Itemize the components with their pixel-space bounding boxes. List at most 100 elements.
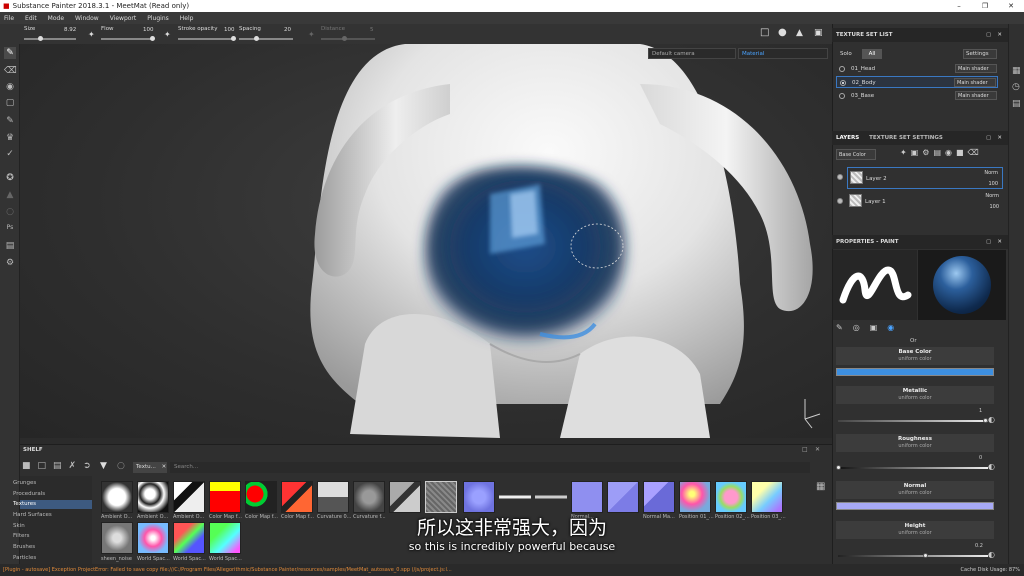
- history-icon[interactable]: ◷: [1012, 82, 1020, 92]
- shader-dropdown[interactable]: Main shader: [955, 64, 997, 73]
- hide-icon[interactable]: ✗: [69, 461, 77, 471]
- all-toggle[interactable]: All: [862, 49, 882, 59]
- panel-close-icon[interactable]: ✕: [997, 235, 1002, 249]
- menu-edit[interactable]: Edit: [25, 15, 37, 22]
- thumbnail[interactable]: [499, 481, 531, 513]
- thumbnail[interactable]: [281, 481, 313, 513]
- size-value[interactable]: 8.92: [64, 27, 76, 33]
- undock-icon[interactable]: □: [986, 235, 991, 249]
- thumbnail[interactable]: [607, 481, 639, 513]
- stroke-opacity-value[interactable]: 100: [224, 27, 235, 33]
- solo-toggle[interactable]: Solo: [840, 51, 852, 57]
- thumbnail[interactable]: [173, 481, 205, 513]
- size-slider-handle[interactable]: [38, 36, 43, 41]
- visibility-eye-icon[interactable]: [837, 198, 843, 204]
- screenshot-icon[interactable]: ▣: [814, 28, 823, 38]
- add-generator-icon[interactable]: ⚙: [922, 148, 929, 157]
- 3d-viewport[interactable]: [20, 44, 832, 438]
- thumbnail[interactable]: [245, 481, 277, 513]
- panel-close-icon[interactable]: ✕: [997, 131, 1002, 145]
- color-picker-icon[interactable]: ◐: [988, 462, 995, 471]
- metallic-value[interactable]: 1: [979, 408, 982, 414]
- opacity-value[interactable]: 100: [989, 204, 999, 210]
- add-effect-icon[interactable]: ✦: [900, 148, 907, 157]
- texture-set-row[interactable]: 03_Base Main shader: [836, 90, 998, 102]
- lazy-mouse-tool-icon[interactable]: ○: [4, 206, 16, 218]
- camera-dropdown[interactable]: Default camera: [648, 48, 736, 59]
- layer-row-selected[interactable]: Layer 2 Norm 100: [847, 167, 1003, 189]
- tab-texture-set-settings[interactable]: TEXTURE SET SETTINGS: [869, 135, 943, 141]
- delete-layer-icon[interactable]: ⌫: [968, 148, 979, 157]
- tab-layers[interactable]: LAYERS: [836, 135, 859, 141]
- meetmat-model[interactable]: [20, 44, 832, 438]
- texture-set-row[interactable]: 01_Head Main shader: [836, 63, 998, 75]
- normal-swatch[interactable]: [836, 502, 994, 510]
- undock-icon[interactable]: □: [986, 28, 991, 42]
- metallic-header[interactable]: Metallic uniform color: [836, 386, 994, 404]
- environment-icon[interactable]: ●: [778, 27, 787, 38]
- thumbnail[interactable]: [643, 481, 675, 513]
- thumbnail[interactable]: [679, 481, 711, 513]
- alpha-tab-icon[interactable]: ◎: [853, 323, 860, 332]
- base-color-swatch[interactable]: [836, 368, 994, 376]
- category-textures[interactable]: Textures: [13, 501, 36, 507]
- height-slider-handle[interactable]: [923, 553, 928, 558]
- pressure-icon[interactable]: ✦: [164, 30, 171, 39]
- distance-value[interactable]: 5: [370, 27, 374, 33]
- flow-slider-handle[interactable]: [150, 36, 155, 41]
- add-paint-layer-icon[interactable]: ◉: [945, 148, 952, 157]
- roughness-header[interactable]: Roughness uniform color: [836, 434, 994, 452]
- smudge-icon[interactable]: ✎: [4, 115, 16, 127]
- menu-file[interactable]: File: [4, 15, 14, 22]
- base-color-header[interactable]: Base Color uniform color: [836, 347, 994, 365]
- category-particles[interactable]: Particles: [13, 555, 36, 561]
- thumbnail[interactable]: [317, 481, 349, 513]
- thumbnail[interactable]: [101, 481, 133, 513]
- metallic-slider[interactable]: [838, 420, 988, 422]
- stencil-tab-icon[interactable]: ▣: [870, 323, 878, 332]
- import-icon[interactable]: ➲: [83, 461, 91, 471]
- new-folder-icon[interactable]: □: [38, 461, 47, 471]
- distance-slider[interactable]: [321, 38, 375, 40]
- category-grunges[interactable]: Grunges: [13, 480, 36, 486]
- paint-brush-icon[interactable]: ✎: [4, 47, 16, 59]
- distance-slider-handle[interactable]: [342, 36, 347, 41]
- log-icon[interactable]: ▤: [1012, 99, 1021, 109]
- thumbnail[interactable]: [137, 481, 169, 513]
- visibility-eye-icon[interactable]: [837, 174, 843, 180]
- settings-dropdown[interactable]: Settings: [963, 49, 997, 59]
- stroke-opacity-slider[interactable]: [178, 38, 234, 40]
- pressure-icon[interactable]: ✦: [88, 30, 95, 39]
- layer-row[interactable]: Layer 1 Norm 100: [847, 191, 1003, 213]
- spacing-value[interactable]: 20: [284, 27, 291, 33]
- grid-view-icon[interactable]: ▦: [816, 481, 825, 492]
- clone-stamp-icon[interactable]: ♛: [4, 132, 16, 144]
- polygon-fill-icon[interactable]: ▢: [4, 97, 16, 109]
- panel-close-icon[interactable]: ✕: [997, 28, 1002, 42]
- mirror-icon[interactable]: ▲: [4, 189, 16, 201]
- brush-tab-icon[interactable]: ✎: [836, 323, 843, 332]
- radio-button[interactable]: [840, 79, 846, 86]
- color-picker-icon[interactable]: ◐: [988, 415, 995, 424]
- blend-mode-dropdown[interactable]: Norm: [985, 193, 999, 199]
- close-button[interactable]: ✕: [998, 0, 1024, 12]
- thumbnail[interactable]: [353, 481, 385, 513]
- channel-dropdown[interactable]: Material: [738, 48, 828, 59]
- undock-icon[interactable]: □: [802, 446, 808, 453]
- maximize-button[interactable]: ❐: [972, 0, 998, 12]
- menu-viewport[interactable]: Viewport: [110, 15, 137, 22]
- thumbnail[interactable]: [209, 481, 241, 513]
- photoshop-export-icon[interactable]: Ps: [4, 222, 16, 234]
- settings-gear-icon[interactable]: ⚙: [4, 257, 16, 269]
- shelf-search-input[interactable]: Search...: [170, 462, 810, 473]
- add-mask-icon[interactable]: ▣: [911, 148, 919, 157]
- texture-set-row-selected[interactable]: 02_Body Main shader: [836, 76, 998, 88]
- spacing-slider-handle[interactable]: [254, 36, 259, 41]
- flow-slider[interactable]: [101, 38, 153, 40]
- add-folder-icon[interactable]: ■: [956, 148, 964, 157]
- filter-tag[interactable]: Textu... ✕: [133, 462, 167, 473]
- undock-icon[interactable]: □: [986, 131, 991, 145]
- channel-select[interactable]: Base Color: [836, 149, 876, 160]
- menu-mode[interactable]: Mode: [48, 15, 64, 22]
- symmetry-icon[interactable]: ✪: [4, 172, 16, 184]
